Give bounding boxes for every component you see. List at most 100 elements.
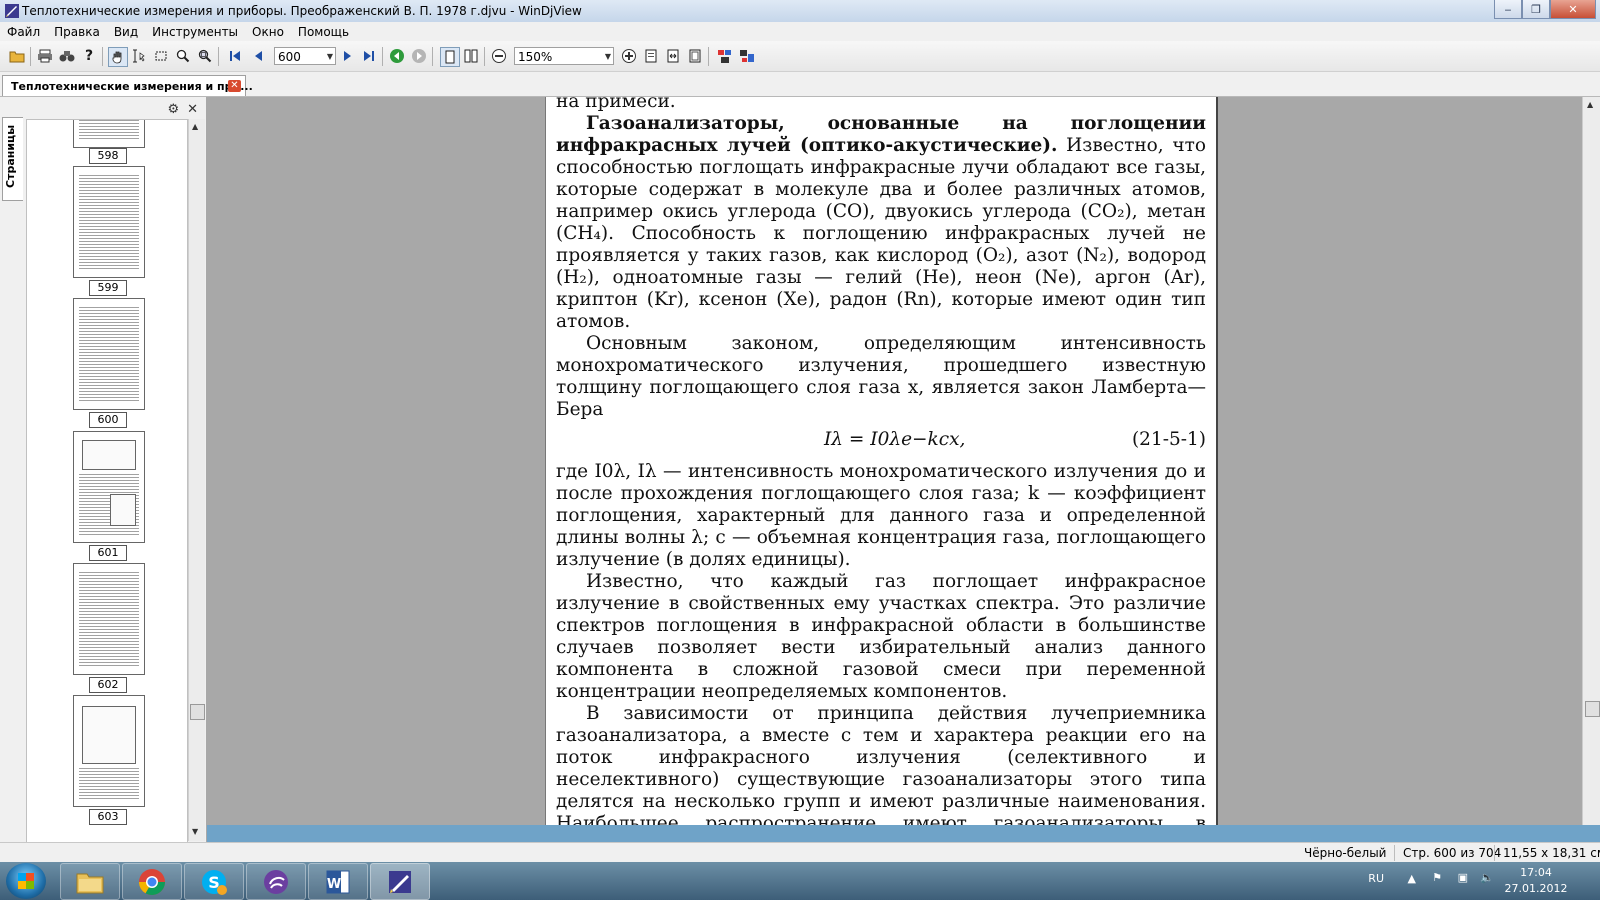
windows-logo-icon [18,873,34,889]
clock-date[interactable]: 27.01.2012 [1500,882,1572,895]
tab-strip: Теплотехнические измерения и при... ✕ [0,72,1600,97]
two-pages-icon[interactable] [462,47,480,65]
thumbnail-label: 599 [89,280,127,296]
language-indicator[interactable]: RU [1368,872,1384,885]
word-icon: W [326,870,350,893]
equation-number: (21-5-1) [1131,429,1206,450]
maximize-button[interactable]: ❐ [1522,0,1550,19]
paragraph: Известно, что каждый газ поглощает инфра… [556,571,1206,702]
flag-icon[interactable]: ⚑ [1432,871,1442,884]
forward-icon[interactable] [410,47,428,65]
taskbar-explorer[interactable] [60,863,120,900]
pages-side-tab-label: Страницы [4,124,17,188]
thumbnail-label: 603 [89,809,127,825]
title-bar: Теплотехнические измерения и приборы. Пр… [0,0,1600,23]
tab-close-icon[interactable]: ✕ [228,80,241,92]
zoom-select[interactable]: 150% ▼ [514,47,614,65]
rect-select-icon[interactable] [152,47,170,65]
zoom-out-icon[interactable] [490,47,508,65]
taskbar-word[interactable]: W [308,863,368,900]
thumbnail-label: 598 [89,148,127,164]
find-binoculars-icon[interactable] [58,47,76,65]
menu-tools[interactable]: Инструменты [145,25,245,39]
menu-bar: Файл Правка Вид Инструменты Окно Помощь [0,22,1600,41]
document-tab[interactable]: Теплотехнические измерения и при... ✕ [2,75,253,96]
taskbar-chrome[interactable] [122,863,182,900]
prev-page-icon[interactable] [250,47,268,65]
window-title: Теплотехнические измерения и приборы. Пр… [22,4,582,18]
maximize-icon: ❐ [1531,2,1541,16]
thumbnail-page[interactable] [73,431,145,543]
scroll-up-icon[interactable]: ▲ [1587,100,1593,109]
minimize-button[interactable]: ‒ [1494,0,1522,19]
volume-icon[interactable]: 🔈 [1480,871,1494,884]
menu-window[interactable]: Окно [245,25,291,39]
minimize-icon: ‒ [1504,2,1512,16]
print-icon[interactable] [36,47,54,65]
actual-size-icon[interactable] [686,47,704,65]
taskbar-skype[interactable]: S [184,863,244,900]
scroll-down-icon[interactable]: ▼ [192,827,198,836]
open-folder-icon[interactable] [8,47,26,65]
last-page-icon[interactable] [360,47,378,65]
chevron-down-icon: ▼ [604,52,611,61]
thumbnail-page[interactable] [73,166,145,278]
fit-page-icon[interactable] [642,47,660,65]
close-icon[interactable]: ✕ [187,102,198,117]
thumbnail-scrollbar[interactable]: ▲ ▼ [188,119,205,841]
start-button[interactable] [6,863,46,899]
thumbnail-page[interactable] [73,695,145,807]
thumbnail-page[interactable] [73,298,145,410]
paragraph: Основным законом, определяющим интенсивн… [556,333,1206,420]
back-icon[interactable] [388,47,406,65]
network-icon[interactable]: ▣ [1458,871,1468,884]
single-page-icon[interactable] [440,47,460,67]
close-button[interactable]: ✕ [1550,0,1596,19]
thumbnail-page[interactable] [73,563,145,675]
text-select-icon[interactable] [130,47,148,65]
hand-tool-icon[interactable] [108,47,128,67]
menu-edit[interactable]: Правка [47,25,107,39]
thumbnail-label: 600 [89,412,127,428]
paragraph: В зависимости от принципа действия лучеп… [556,703,1206,825]
svg-text:W: W [327,877,341,892]
next-page-icon[interactable] [338,47,356,65]
scroll-thumb[interactable] [190,704,205,720]
thumbnail-list: 598 599 600 601 602 603 [26,119,188,843]
zoom-value: 150% [518,50,553,64]
zoom-in-icon[interactable] [620,47,638,65]
status-bar: Чёрно-белый Стр. 600 из 704 11,55 x 18,3… [0,842,1600,863]
rotate-right-icon[interactable] [738,47,756,65]
page-size: 11,55 x 18,31 см [1503,846,1600,860]
menu-view[interactable]: Вид [107,25,145,39]
taskbar-torrent[interactable] [246,863,306,900]
gear-icon[interactable]: ⚙ [167,102,179,117]
zoom-icon[interactable] [174,47,192,65]
rotate-left-icon[interactable] [716,47,734,65]
menu-help[interactable]: Помощь [291,25,356,39]
show-hidden-icons-icon[interactable]: ▲ [1408,872,1416,885]
zoom-rect-icon[interactable] [196,47,214,65]
menu-file[interactable]: Файл [0,25,47,39]
document-scrollbar[interactable]: ▲ [1582,97,1600,825]
thumbnail-page[interactable] [73,120,145,148]
close-icon: ✕ [1568,2,1578,16]
page-number-input[interactable]: 600 ▼ [274,47,336,65]
document-tab-label: Теплотехнические измерения и при... [11,80,253,93]
folder-icon [76,873,104,893]
skype-icon: S [202,869,227,895]
equation-row: Iλ = I0λe−kcx, (21-5-1) [556,421,1206,461]
fit-width-icon[interactable] [664,47,682,65]
help-icon[interactable]: ? [80,47,98,65]
equation: Iλ = I0λe−kcx, [824,429,966,450]
paragraph: Газоанализаторы, основанные на поглощени… [556,113,1206,333]
first-page-icon[interactable] [226,47,244,65]
clock-time[interactable]: 17:04 [1506,866,1566,879]
scroll-thumb[interactable] [1585,701,1600,717]
document-view[interactable]: на примеси. Газоанализаторы, основанные … [207,97,1582,825]
scroll-up-icon[interactable]: ▲ [192,122,198,131]
paragraph: где I0λ, Iλ — интенсивность монохроматич… [556,461,1206,570]
paragraph-text: Известно, что способностью поглощать инф… [556,135,1206,332]
pages-side-tab[interactable]: Страницы [2,117,23,201]
taskbar-windjview[interactable] [370,863,430,900]
